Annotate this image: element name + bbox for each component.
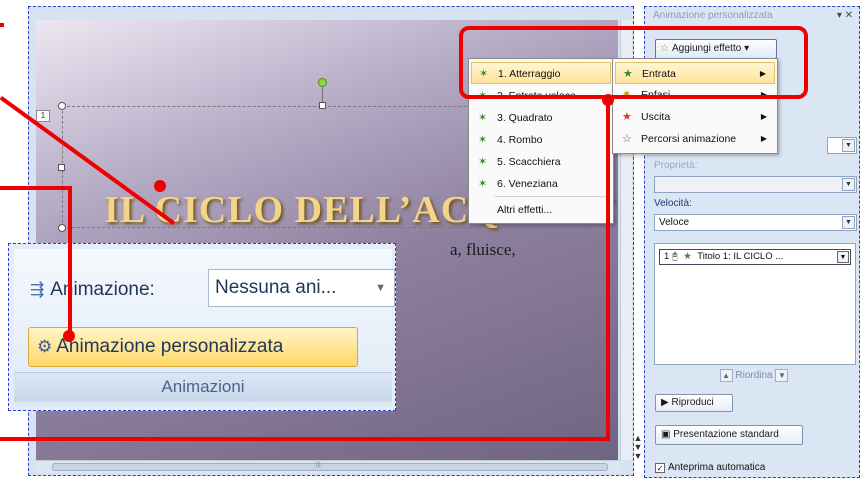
resize-handle-bottom-left[interactable] — [58, 224, 66, 232]
checkbox-checked-icon: ✓ — [655, 463, 665, 473]
ribbon-zoom-inset: ⇶ Animazione: Nessuna ani... ▼ ⚙ Animazion… — [8, 243, 396, 411]
entrance-star-icon: ✶ — [478, 112, 488, 124]
horizontal-scrollbar[interactable]: ||| — [36, 460, 620, 473]
autopreview-label: Anteprima automatica — [668, 462, 766, 473]
menu-item-percorsi[interactable]: ☆ Percorsi animazione ▶ — [615, 128, 775, 150]
ribbon-group-label: Animazioni — [14, 372, 392, 402]
rotation-handle[interactable] — [318, 78, 327, 87]
submenu-arrow-icon: ▶ — [760, 112, 767, 121]
submenu-item-label: 6. Veneziana — [497, 178, 558, 190]
resize-handle-top[interactable] — [319, 102, 326, 109]
callout-line-right — [606, 100, 610, 441]
chevron-down-icon: ▼ — [842, 216, 855, 229]
callout-line-vertical — [68, 186, 72, 336]
play-label: Riproduci — [671, 397, 714, 408]
submenu-item-label: 3. Quadrato — [497, 112, 553, 124]
move-down-icon[interactable]: ▼ — [775, 369, 789, 382]
chevron-down-icon: ▼ — [842, 178, 855, 191]
callout-dot-button — [63, 330, 75, 342]
exit-star-icon: ★ — [622, 111, 632, 123]
move-up-icon[interactable]: ▲ — [719, 369, 733, 382]
entrance-star-icon: ✶ — [478, 178, 488, 190]
speed-value: Veloce — [659, 217, 690, 228]
property-label: Proprietà: — [654, 160, 698, 171]
animation-combo[interactable]: Nessuna ani... ▼ — [208, 269, 395, 307]
entrance-star-icon: ✶ — [478, 134, 488, 146]
menu-item-label: Uscita — [641, 111, 671, 123]
pane-close-icon[interactable]: ▾ ✕ — [837, 10, 853, 21]
play-icon: ▶ — [661, 397, 669, 408]
slide-subtitle-text: a, fluisce, — [450, 240, 516, 259]
chevron-down-icon: ▼ — [842, 139, 855, 152]
entrance-star-icon: ★ — [683, 251, 692, 262]
animation-icon: ⇶ — [30, 280, 45, 299]
submenu-item-rombo[interactable]: ✶ 4. Rombo — [471, 129, 543, 151]
submenu-item-label: 4. Rombo — [497, 134, 543, 146]
start-combo[interactable]: ▼ — [827, 137, 857, 154]
list-item-text: Titolo 1: IL CICLO ... — [697, 251, 784, 262]
list-item-order: 1 — [664, 251, 670, 262]
callout-line-horizontal — [0, 186, 70, 190]
chevron-down-icon[interactable]: ▼ — [837, 251, 849, 263]
reorder-label: Riordina — [735, 370, 773, 382]
more-effects-item[interactable]: Altri effetti... — [471, 199, 552, 221]
slideshow-icon: ▣ — [661, 429, 671, 440]
slideshow-label: Presentazione standard — [673, 429, 779, 440]
animation-order-tag: 1 — [36, 110, 50, 122]
speed-combo[interactable]: Veloce ▼ — [654, 214, 857, 231]
motion-path-icon: ☆ — [622, 133, 632, 145]
speed-label: Velocità: — [654, 198, 692, 209]
custom-animation-label: Animazione personalizzata — [56, 336, 284, 357]
animation-label: ⇶ Animazione: — [30, 279, 155, 301]
animation-combo-value: Nessuna ani... — [215, 277, 337, 298]
callout-line-stub — [0, 23, 4, 27]
submenu-arrow-icon: ▶ — [760, 134, 767, 143]
animation-label-text: Animazione: — [50, 279, 155, 300]
reorder-row: ▲ Riordina ▼ — [659, 369, 849, 382]
screenshot-root: 1 IL CICLO DELL’ACQ a, fluisce, ||| ▲ ▼ ▼ … — [0, 0, 861, 485]
autopreview-checkbox[interactable]: ✓ Anteprima automatica — [655, 462, 765, 473]
custom-animation-button[interactable]: ⚙ Animazione personalizzata — [28, 327, 358, 367]
resize-handle-left[interactable] — [58, 164, 65, 171]
animation-list-item[interactable]: 1 🖰 ★ Titolo 1: IL CICLO ... ▼ — [659, 249, 851, 265]
callout-line-bottom — [0, 437, 610, 441]
slide-title-text: IL CICLO DELL’ACQ — [104, 189, 500, 231]
more-effects-area: Altri effetti... — [468, 198, 614, 224]
slide-nav-arrows[interactable]: ▲ ▼ ▼ — [632, 434, 644, 461]
custom-animation-icon: ⚙ — [37, 337, 53, 356]
resize-handle-top-left[interactable] — [58, 102, 66, 110]
callout-dot-title — [154, 180, 166, 192]
pane-title: Animazione personalizzata — [653, 10, 773, 21]
submenu-item-quadrato[interactable]: ✶ 3. Quadrato — [471, 107, 552, 129]
callout-dot-menu — [602, 94, 614, 106]
slideshow-button[interactable]: ▣ Presentazione standard — [655, 425, 803, 445]
submenu-item-scacchiera[interactable]: ✶ 5. Scacchiera — [471, 151, 561, 173]
entrance-star-icon: ✶ — [478, 156, 488, 168]
submenu-item-veneziana[interactable]: ✶ 6. Veneziana — [471, 173, 558, 195]
scroll-grip-icon: ||| — [316, 462, 321, 468]
chevron-down-icon: ▼ — [375, 282, 386, 294]
scroll-thumb[interactable] — [52, 463, 608, 471]
callout-box-add-effect — [459, 26, 808, 99]
animation-list: 1 🖰 ★ Titolo 1: IL CICLO ... ▼ — [654, 243, 856, 365]
property-combo: ▼ — [654, 176, 857, 193]
menu-separator — [495, 196, 609, 197]
menu-item-label: Percorsi animazione — [641, 133, 737, 145]
submenu-item-label: 5. Scacchiera — [497, 156, 561, 168]
mouse-click-icon: 🖰 — [671, 251, 678, 262]
play-button[interactable]: ▶ Riproduci — [655, 394, 733, 412]
menu-item-uscita[interactable]: ★ Uscita ▶ — [615, 106, 775, 128]
